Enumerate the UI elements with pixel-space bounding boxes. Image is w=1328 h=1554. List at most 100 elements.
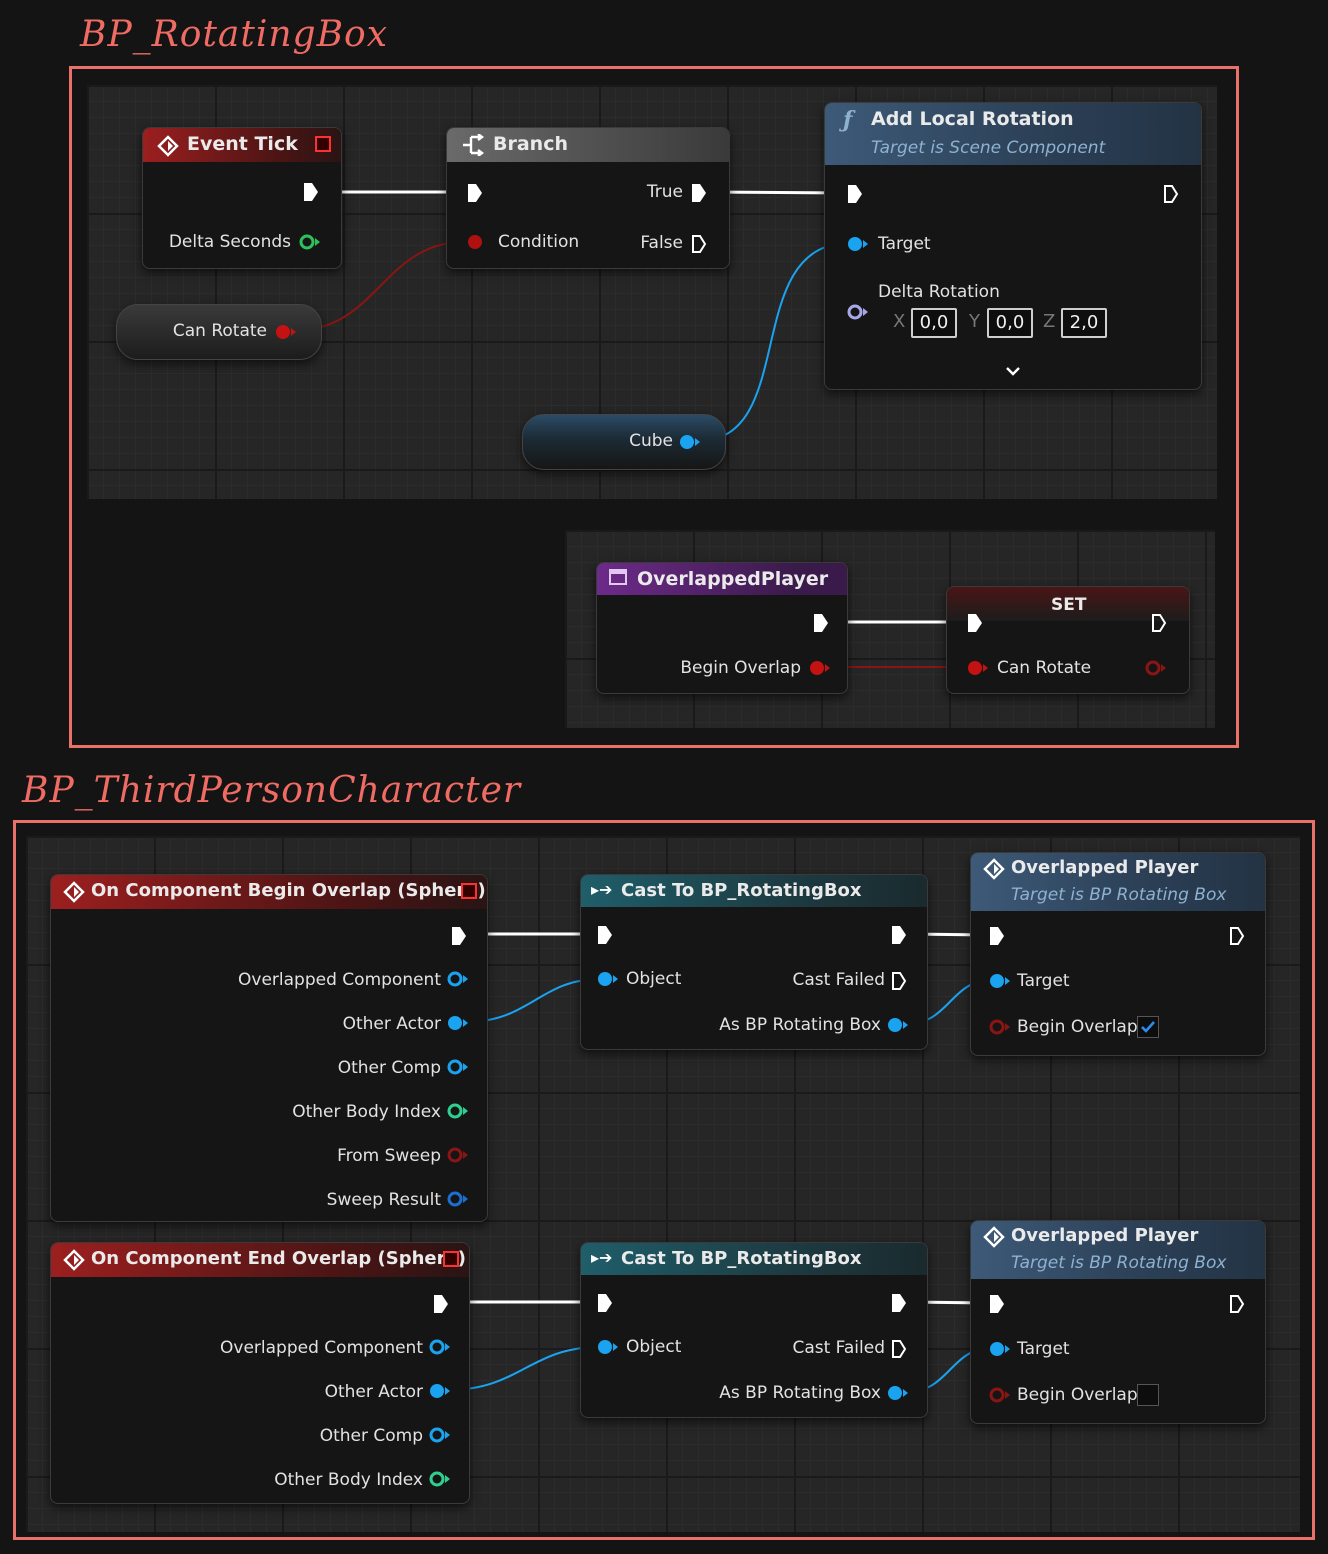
bool-in-pin[interactable] — [967, 660, 989, 676]
object-out-pin[interactable] — [429, 1427, 451, 1443]
pin-label: Other Actor — [324, 1382, 423, 1402]
chevron-down-icon[interactable] — [1005, 365, 1021, 377]
cast-icon: ▸➔ — [591, 1248, 613, 1267]
can-rotate-variable[interactable]: Can Rotate — [116, 304, 322, 360]
event-dispatcher-icon — [315, 136, 331, 152]
object-out-pin[interactable] — [447, 971, 469, 987]
branch-node[interactable]: Branch True Condition False — [446, 127, 730, 269]
bool-out-pin[interactable] — [275, 324, 297, 340]
exec-in-pin[interactable] — [967, 613, 983, 633]
bool-out-pin[interactable] — [1145, 660, 1167, 676]
exec-out-pin[interactable] — [891, 925, 907, 945]
pin-label: Other Comp — [319, 1426, 423, 1446]
object-out-pin[interactable] — [887, 1017, 909, 1033]
node-title: Add Local Rotation — [871, 108, 1074, 130]
begin-overlap-checkbox[interactable] — [1137, 1384, 1159, 1406]
bool-in-pin[interactable] — [989, 1019, 1011, 1035]
bool-in-pin[interactable] — [467, 234, 483, 250]
object-out-pin[interactable] — [679, 434, 701, 450]
exec-out-pin[interactable] — [1229, 1294, 1245, 1314]
event-diamond-icon — [983, 858, 1005, 880]
node-title: SET — [1051, 595, 1087, 615]
exec-in-pin[interactable] — [989, 926, 1005, 946]
begin-overlap-checkbox[interactable] — [1137, 1016, 1159, 1038]
pin-label: As BP Rotating Box — [719, 1383, 881, 1403]
pin-label: Delta Rotation — [878, 282, 1000, 302]
exec-in-pin[interactable] — [847, 184, 863, 204]
object-in-pin[interactable] — [989, 973, 1011, 989]
event-diamond-icon — [63, 1249, 85, 1271]
pin-label: Target — [1017, 1339, 1070, 1359]
cast-node-begin[interactable]: ▸➔ Cast To BP_RotatingBox Object Cast Fa… — [580, 874, 928, 1050]
float-out-pin[interactable] — [299, 234, 321, 250]
node-subtitle: Target is Scene Component — [871, 138, 1106, 158]
object-in-pin[interactable] — [597, 1339, 619, 1355]
overlapped-player-event-node[interactable]: OverlappedPlayer Begin Overlap — [596, 562, 848, 694]
begin-overlap-event-node[interactable]: On Component Begin Overlap (Sphere) Over… — [50, 874, 488, 1222]
cast-failed-exec-pin[interactable] — [891, 971, 907, 991]
pin-label: Sweep Result — [326, 1190, 441, 1210]
variable-label: Can Rotate — [172, 321, 267, 341]
node-title: Overlapped Player — [1011, 857, 1199, 878]
struct-out-pin[interactable] — [447, 1191, 469, 1207]
pin-label: Cast Failed — [792, 1338, 885, 1358]
exec-in-pin[interactable] — [597, 1293, 613, 1313]
pin-label: Begin Overlap — [1017, 1385, 1138, 1405]
bool-out-pin[interactable] — [809, 660, 831, 676]
exec-out-pin[interactable] — [1151, 613, 1167, 633]
exec-out-pin[interactable] — [1163, 184, 1179, 204]
end-overlap-event-node[interactable]: On Component End Overlap (Sphere) Overla… — [50, 1242, 470, 1504]
pin-label: Begin Overlap — [680, 658, 801, 678]
bool-in-pin[interactable] — [989, 1387, 1011, 1403]
pin-label: Begin Overlap — [1017, 1017, 1138, 1037]
exec-out-pin[interactable] — [451, 926, 467, 946]
int-out-pin[interactable] — [429, 1471, 451, 1487]
cast-failed-exec-pin[interactable] — [891, 1339, 907, 1359]
pin-label: Overlapped Component — [220, 1338, 423, 1358]
node-title: On Component End Overlap (Sphere) — [91, 1248, 466, 1269]
cast-node-end[interactable]: ▸➔ Cast To BP_RotatingBox Object Cast Fa… — [580, 1242, 928, 1418]
object-out-pin[interactable] — [447, 1015, 469, 1031]
bool-out-pin[interactable] — [447, 1147, 469, 1163]
node-title: Branch — [493, 133, 568, 155]
set-can-rotate-node[interactable]: SET Can Rotate — [946, 586, 1190, 694]
object-out-pin[interactable] — [429, 1339, 451, 1355]
event-tick-node[interactable]: Event Tick Delta Seconds — [142, 127, 342, 269]
object-in-pin[interactable] — [847, 236, 869, 252]
set-overlapped-player-node-begin[interactable]: Overlapped Player Target is BP Rotating … — [970, 852, 1266, 1056]
rotator-in-pin[interactable] — [847, 304, 869, 320]
pin-label: Other Comp — [337, 1058, 441, 1078]
z-value-field[interactable]: 2,0 — [1061, 308, 1107, 338]
pin-label: False — [640, 233, 683, 253]
exec-out-pin[interactable] — [433, 1294, 449, 1314]
true-exec-out-pin[interactable] — [691, 183, 707, 203]
x-value-field[interactable]: 0,0 — [911, 308, 957, 338]
variable-label: Cube — [629, 431, 673, 451]
int-out-pin[interactable] — [447, 1103, 469, 1119]
pin-label: Other Body Index — [292, 1102, 441, 1122]
branch-icon — [463, 134, 484, 156]
add-local-rotation-node[interactable]: ƒ Add Local Rotation Target is Scene Com… — [824, 102, 1202, 390]
exec-in-pin[interactable] — [989, 1294, 1005, 1314]
exec-out-pin[interactable] — [891, 1293, 907, 1313]
object-out-pin[interactable] — [429, 1383, 451, 1399]
y-value-field[interactable]: 0,0 — [987, 308, 1033, 338]
exec-out-pin[interactable] — [303, 182, 319, 202]
pin-label: As BP Rotating Box — [719, 1015, 881, 1035]
event-diamond-icon — [983, 1226, 1005, 1248]
object-in-pin[interactable] — [989, 1341, 1011, 1357]
object-out-pin[interactable] — [447, 1059, 469, 1075]
exec-in-pin[interactable] — [467, 183, 483, 203]
x-axis-label: X — [893, 311, 906, 332]
cube-variable[interactable]: Cube — [522, 414, 726, 470]
z-axis-label: Z — [1043, 311, 1056, 332]
false-exec-out-pin[interactable] — [691, 234, 707, 254]
object-in-pin[interactable] — [597, 971, 619, 987]
node-title: Cast To BP_RotatingBox — [621, 1248, 862, 1269]
exec-in-pin[interactable] — [597, 925, 613, 945]
pin-label: From Sweep — [337, 1146, 441, 1166]
set-overlapped-player-node-end[interactable]: Overlapped Player Target is BP Rotating … — [970, 1220, 1266, 1424]
object-out-pin[interactable] — [887, 1385, 909, 1401]
exec-out-pin[interactable] — [1229, 926, 1245, 946]
exec-out-pin[interactable] — [813, 613, 829, 633]
